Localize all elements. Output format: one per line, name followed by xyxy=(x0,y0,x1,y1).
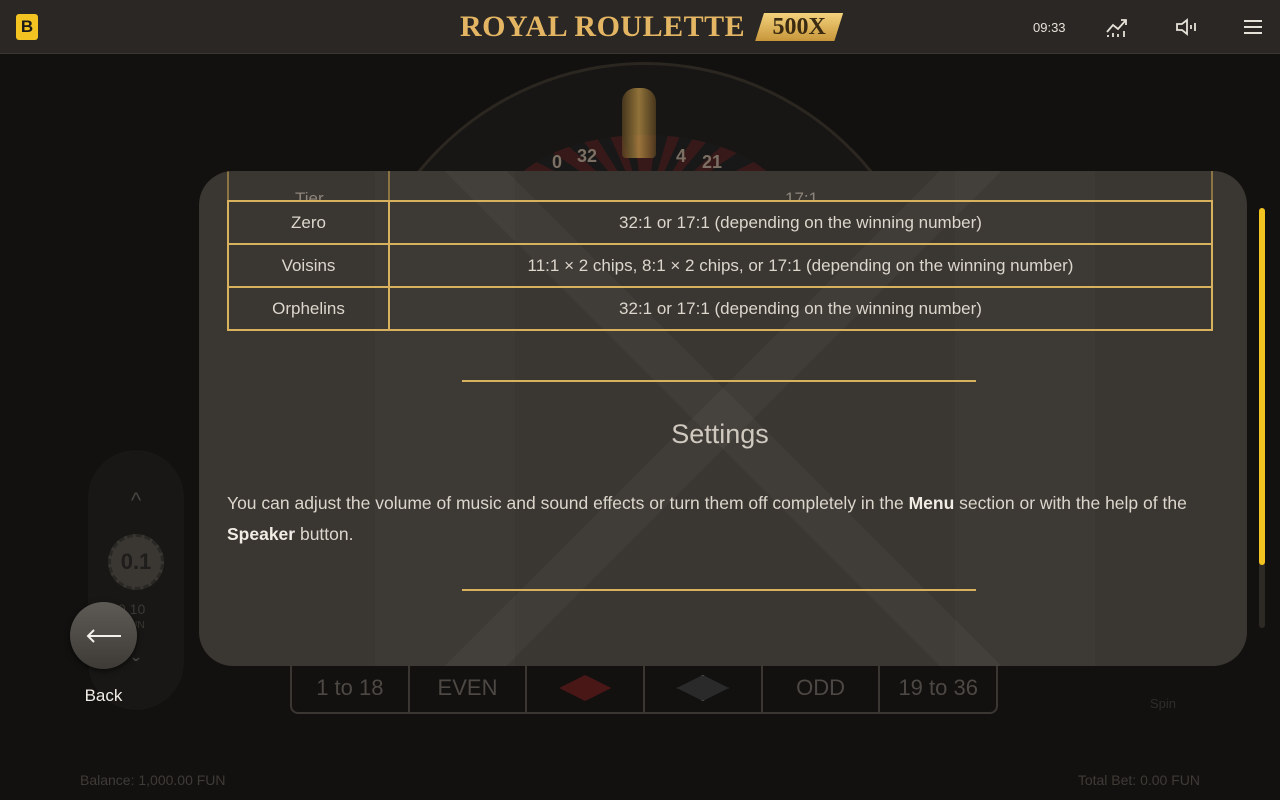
outside-bets-row: 1 to 18 EVEN ODD 19 to 36 xyxy=(290,662,998,714)
bet-payout: 32:1 or 17:1 (depending on the winning n… xyxy=(388,286,1213,331)
settings-text: You can adjust the volume of music and s… xyxy=(227,493,909,513)
chip-button[interactable]: 0.1 xyxy=(108,534,164,590)
chip-increase-icon[interactable]: ^ xyxy=(122,488,150,513)
logo-title: ROYAL ROULETTE xyxy=(460,10,746,43)
rules-scrollbar[interactable] xyxy=(1259,208,1265,628)
bet-odd[interactable]: ODD xyxy=(763,664,881,712)
wheel-number: 32 xyxy=(577,146,598,166)
bet-red[interactable] xyxy=(527,664,646,712)
balance-text: Balance: 1,000.00 FUN xyxy=(80,772,226,788)
spin-label[interactable]: Spin xyxy=(1150,696,1176,711)
payout-table: Zero 32:1 or 17:1 (depending on the winn… xyxy=(227,200,1213,331)
bet-even[interactable]: EVEN xyxy=(410,664,528,712)
section-divider xyxy=(462,589,976,591)
bet-19-to-36[interactable]: 19 to 36 xyxy=(880,664,996,712)
table-divider xyxy=(388,171,390,202)
red-diamond-icon xyxy=(559,675,612,701)
settings-text: section or with the help of the xyxy=(954,493,1187,513)
statistics-icon[interactable] xyxy=(1104,14,1130,40)
bet-black[interactable] xyxy=(645,664,763,712)
bet-1-to-18[interactable]: 1 to 18 xyxy=(292,664,410,712)
back-label[interactable]: Back xyxy=(70,686,137,706)
total-bet-text: Total Bet: 0.00 FUN xyxy=(1077,772,1200,788)
menu-icon[interactable] xyxy=(1240,14,1266,40)
top-bar: B ROYAL ROULETTE 500X 09:33 xyxy=(0,0,1280,54)
clock: 09:33 xyxy=(1033,20,1066,35)
settings-text: button. xyxy=(295,524,354,544)
back-button[interactable] xyxy=(70,602,137,669)
table-row: Voisins 11:1 × 2 chips, 8:1 × 2 chips, o… xyxy=(227,243,1213,288)
clipped-table-row: Tier 17:1 xyxy=(227,171,1213,202)
table-row: Zero 32:1 or 17:1 (depending on the winn… xyxy=(227,200,1213,245)
scrollbar-thumb[interactable] xyxy=(1259,208,1265,565)
sound-icon[interactable] xyxy=(1174,14,1200,40)
bet-name: Orphelins xyxy=(227,286,390,331)
table-row: Orphelins 32:1 or 17:1 (depending on the… xyxy=(227,286,1213,331)
black-diamond-icon xyxy=(676,675,729,701)
bet-payout: 32:1 or 17:1 (depending on the winning n… xyxy=(388,200,1213,245)
bet-name: Voisins xyxy=(227,243,390,288)
roulette-wheel-spindle xyxy=(622,88,656,158)
speaker-keyword: Speaker xyxy=(227,524,296,544)
menu-keyword: Menu xyxy=(908,493,955,513)
rules-content: Tier 17:1 Zero 32:1 or 17:1 (depending o… xyxy=(227,171,1213,666)
rules-panel[interactable]: Tier 17:1 Zero 32:1 or 17:1 (depending o… xyxy=(199,171,1247,666)
wheel-number: 4 xyxy=(676,146,687,166)
back-arrow-icon xyxy=(86,628,121,643)
settings-title: Settings xyxy=(671,419,769,449)
bet-name: Zero xyxy=(227,200,390,245)
section-divider xyxy=(462,380,976,382)
game-logo: ROYAL ROULETTE 500X xyxy=(460,10,844,44)
wheel-number: 0 xyxy=(552,152,563,172)
brand-logo-icon[interactable]: B xyxy=(16,14,38,40)
bet-payout: 11:1 × 2 chips, 8:1 × 2 chips, or 17:1 (… xyxy=(388,243,1213,288)
logo-badge: 500X xyxy=(755,13,844,41)
wheel-number: 21 xyxy=(702,152,723,172)
settings-description: You can adjust the volume of music and s… xyxy=(227,488,1213,550)
